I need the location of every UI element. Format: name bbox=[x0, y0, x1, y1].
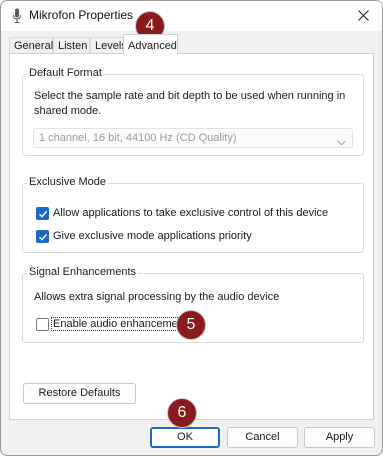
chevron-down-icon bbox=[337, 134, 346, 152]
default-format-group-label: Default Format bbox=[27, 67, 104, 79]
default-format-description: Select the sample rate and bit depth to … bbox=[34, 90, 346, 117]
restore-defaults-button[interactable]: Restore Defaults bbox=[23, 383, 136, 404]
checkmark-icon bbox=[39, 233, 48, 241]
annotation-badge-6: 6 bbox=[167, 398, 197, 428]
signal-enhancements-group-label: Signal Enhancements bbox=[27, 266, 139, 278]
exclusive-priority-label: Give exclusive mode applications priorit… bbox=[53, 230, 252, 242]
default-format-selected-value: 1 channel, 16 bit, 44100 Hz (CD Quality) bbox=[39, 132, 237, 144]
apply-button[interactable]: Apply bbox=[304, 427, 375, 448]
advanced-tab-panel: Default Format Select the sample rate an… bbox=[9, 53, 374, 420]
signal-enhancements-description: Allows extra signal processing by the au… bbox=[34, 291, 280, 303]
default-format-dropdown[interactable]: 1 channel, 16 bit, 44100 Hz (CD Quality) bbox=[33, 128, 353, 148]
allow-exclusive-label: Allow applications to take exclusive con… bbox=[53, 207, 329, 219]
enable-audio-enhancements-checkbox[interactable]: Enable audio enhancements bbox=[36, 317, 236, 333]
exclusive-mode-group-label: Exclusive Mode bbox=[27, 176, 109, 188]
window-title: Mikrofon Properties bbox=[29, 8, 134, 22]
ok-button[interactable]: OK bbox=[150, 427, 220, 448]
annotation-badge-5: 5 bbox=[176, 310, 206, 340]
microphone-icon bbox=[12, 8, 22, 24]
tab-listen[interactable]: Listen bbox=[53, 37, 90, 54]
tab-levels[interactable]: Levels bbox=[90, 37, 127, 54]
default-format-group: Default Format Select the sample rate an… bbox=[22, 67, 364, 156]
cancel-button[interactable]: Cancel bbox=[227, 427, 298, 448]
exclusive-priority-checkbox-box[interactable] bbox=[36, 230, 49, 243]
allow-exclusive-checkbox-box[interactable] bbox=[36, 207, 49, 220]
exclusive-mode-group: Exclusive Mode Allow applications to tak… bbox=[22, 176, 364, 253]
checkmark-icon bbox=[39, 210, 48, 218]
close-icon bbox=[349, 10, 377, 21]
enable-enhancements-checkbox-box[interactable] bbox=[36, 318, 49, 331]
tab-general[interactable]: General bbox=[9, 37, 53, 54]
properties-dialog: Mikrofon Properties General Listen Level… bbox=[0, 0, 383, 456]
allow-exclusive-control-checkbox[interactable]: Allow applications to take exclusive con… bbox=[36, 206, 356, 222]
title-bar: Mikrofon Properties bbox=[1, 1, 382, 31]
close-button[interactable] bbox=[349, 4, 377, 28]
enable-enhancements-label: Enable audio enhancements bbox=[50, 317, 195, 331]
exclusive-priority-checkbox[interactable]: Give exclusive mode applications priorit… bbox=[36, 229, 356, 245]
tab-advanced[interactable]: Advanced bbox=[123, 34, 178, 55]
